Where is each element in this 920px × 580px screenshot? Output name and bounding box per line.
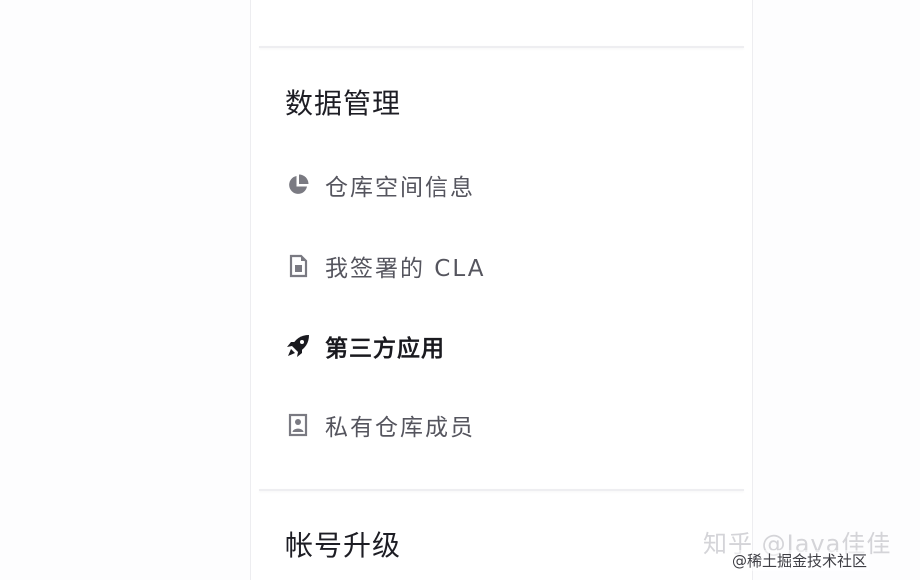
section-divider	[259, 46, 744, 48]
rocket-icon	[285, 333, 311, 359]
watermark-juejin-text: @稀土掘金技术社区	[730, 550, 870, 571]
document-icon	[285, 253, 311, 279]
pie-chart-icon	[285, 172, 311, 198]
menu-item-private-repo-members[interactable]: 私有仓库成员	[285, 407, 475, 443]
menu-item-label: 仓库空间信息	[325, 175, 475, 201]
menu-item-repo-space-info[interactable]: 仓库空间信息	[285, 167, 475, 203]
section-title-account-upgrade: 帐号升级	[285, 529, 402, 562]
settings-page: 数据管理 仓库空间信息 我签署的 CLA 第三方应用 私有仓库成员 帐号升级 知…	[0, 0, 920, 580]
menu-item-label: 我签署的 CLA	[325, 256, 486, 282]
menu-item-third-party-apps[interactable]: 第三方应用	[285, 328, 445, 364]
section-title-data-management: 数据管理	[285, 87, 402, 120]
section-divider	[259, 489, 744, 491]
menu-item-signed-cla[interactable]: 我签署的 CLA	[285, 248, 485, 284]
menu-item-label: 第三方应用	[325, 336, 445, 362]
menu-item-label: 私有仓库成员	[325, 415, 475, 441]
member-card-icon	[285, 412, 311, 438]
settings-sidebar: 数据管理 仓库空间信息 我签署的 CLA 第三方应用 私有仓库成员 帐号升级	[250, 0, 753, 580]
watermark: 知乎 @Java佳佳 @稀土掘金技术社区	[700, 520, 912, 576]
